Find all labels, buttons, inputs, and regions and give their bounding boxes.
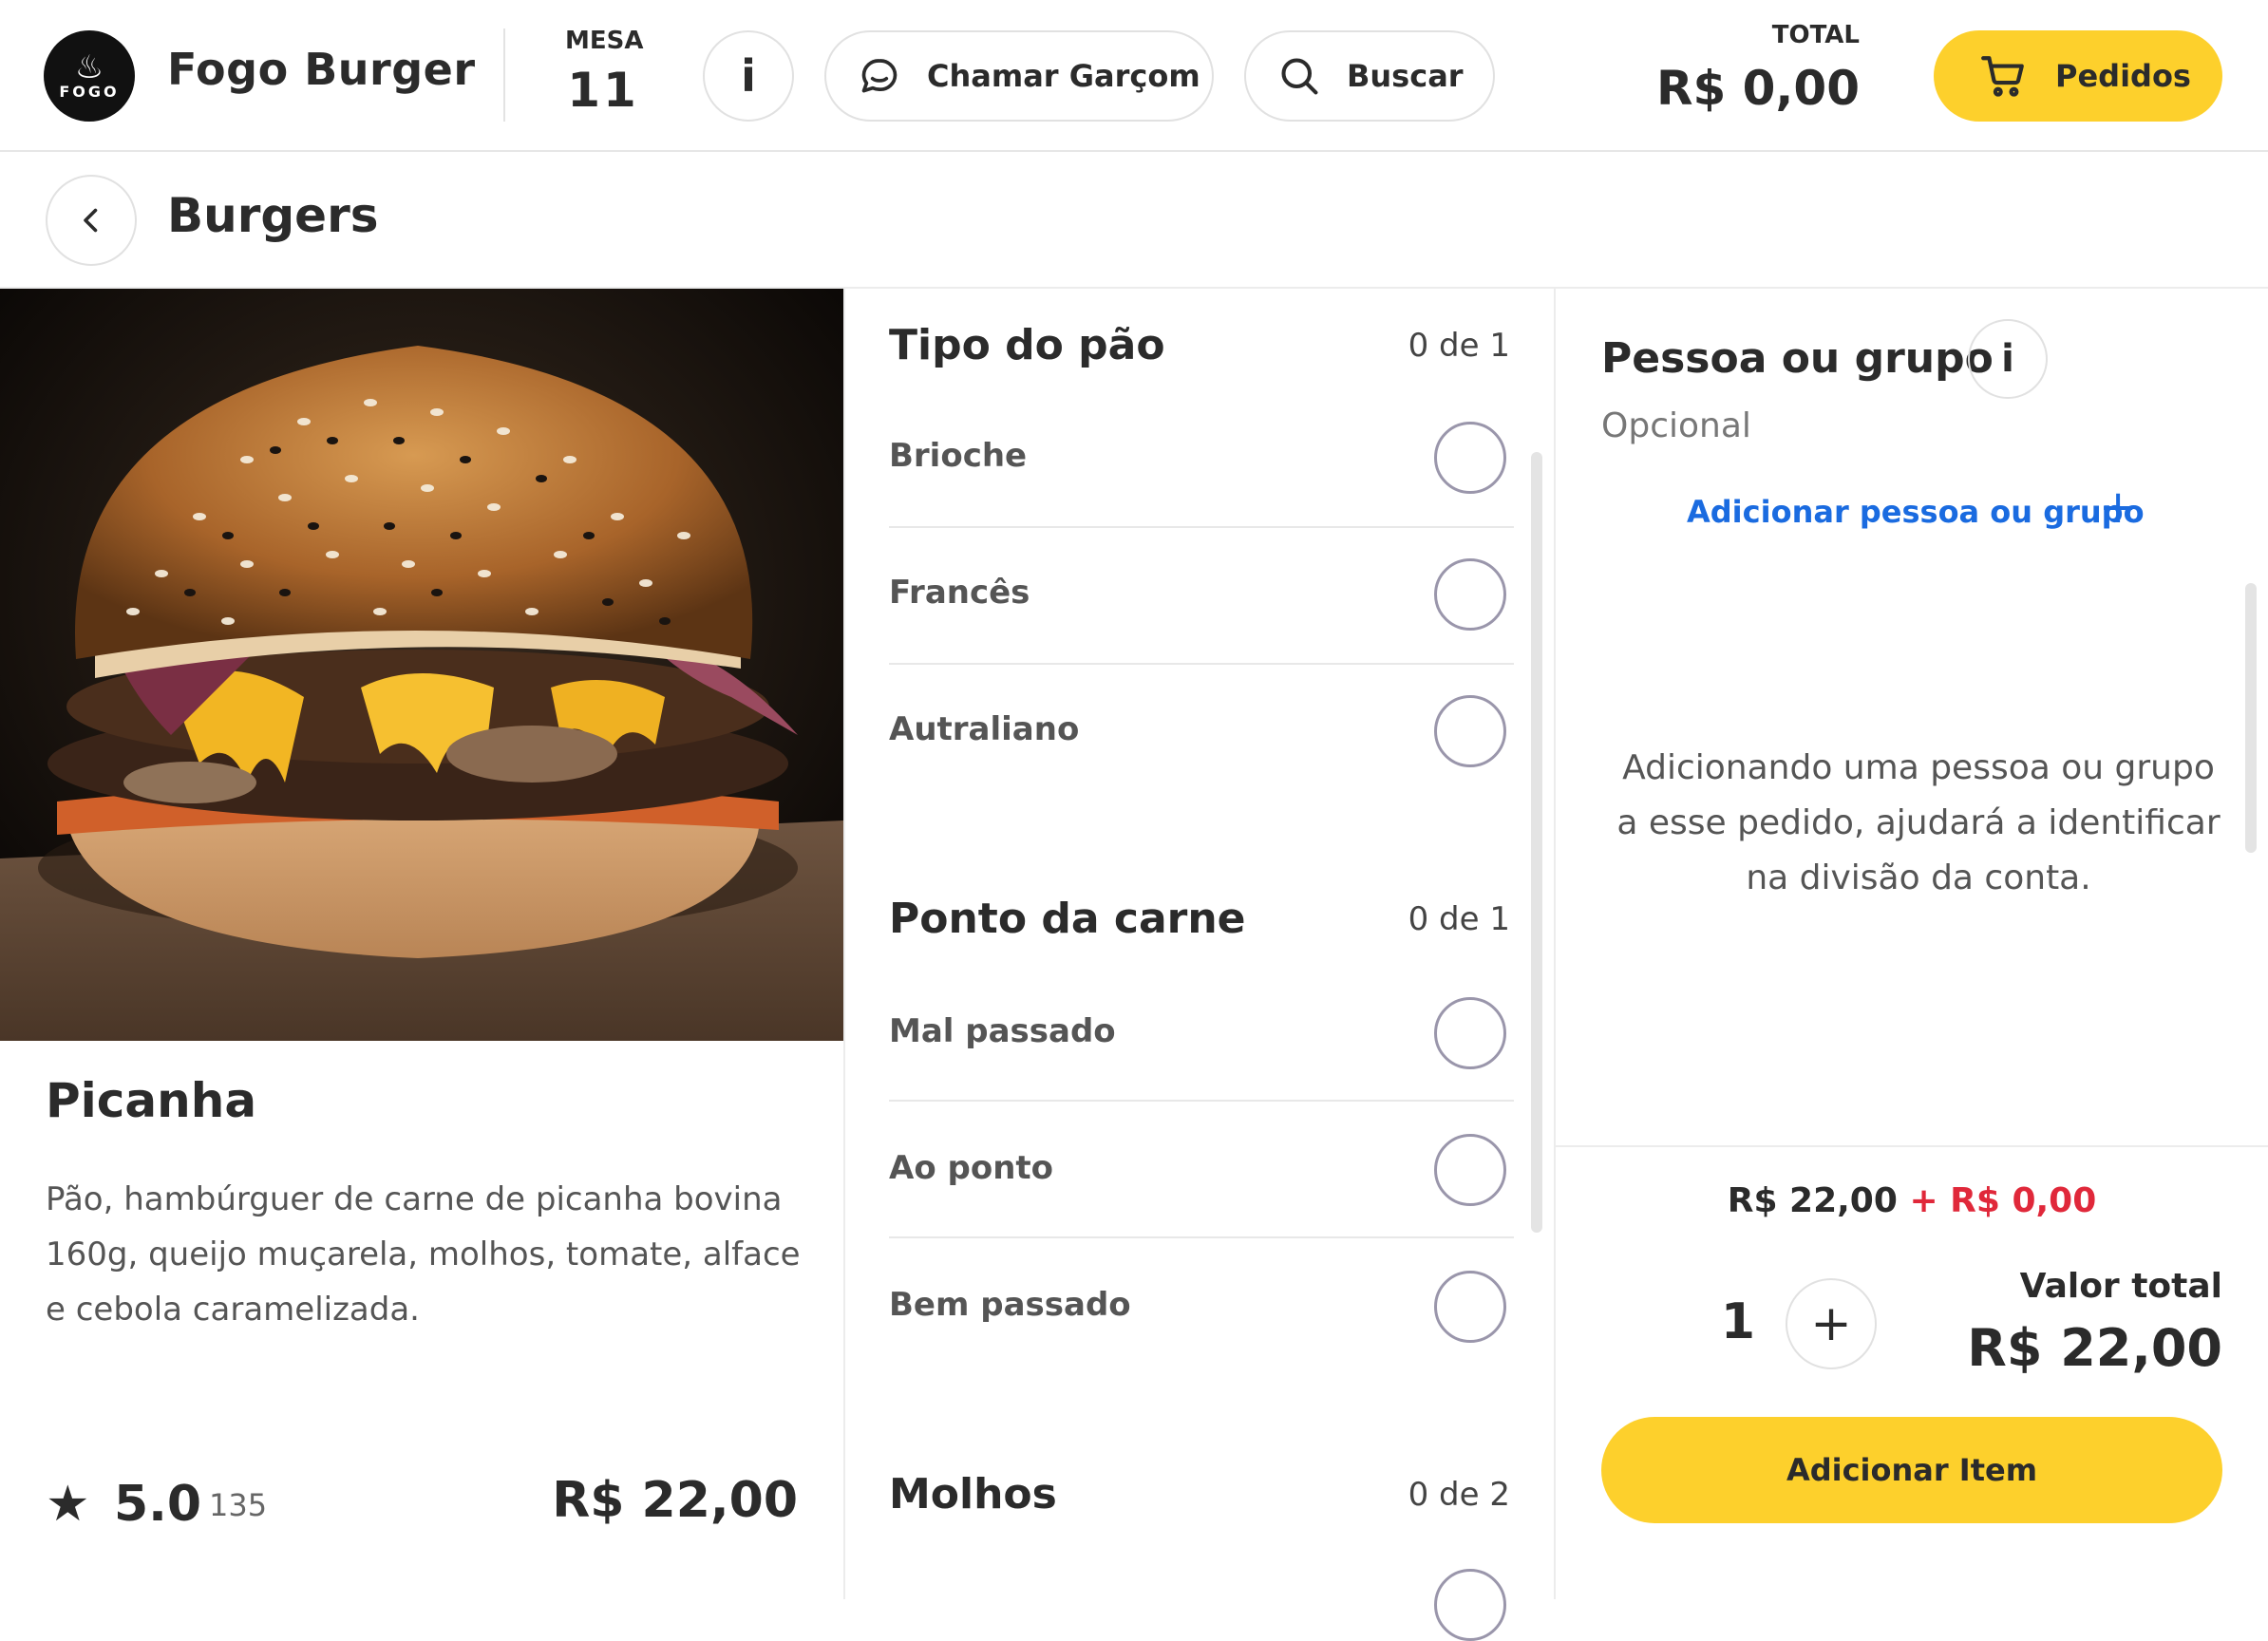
price-breakdown: R$ 22,00 + R$ 0,00 [1556,1181,2268,1220]
option-radio[interactable] [1434,422,1506,494]
info-icon: i [2001,337,2014,381]
rating-value: 5.0 [114,1476,202,1533]
option-row[interactable]: Ao ponto [889,1126,1516,1217]
item-total-label: Valor total [2019,1267,2222,1306]
search-icon [1281,58,1318,95]
chat-bubble-icon [861,59,898,93]
option-label: Brioche [889,437,1028,475]
table-number: 11 [567,63,639,118]
orders-label: Pedidos [2055,58,2191,94]
quantity-value: 1 [1720,1293,1756,1350]
product-name: Picanha [46,1073,257,1128]
option-label: Autraliano [889,710,1080,748]
option-radio[interactable] [1434,1271,1506,1343]
option-radio[interactable] [1434,997,1506,1069]
product-photo [0,289,843,1041]
option-group-title: Molhos [889,1470,1057,1518]
quantity-increment-button[interactable]: + [1786,1278,1877,1369]
option-group-title: Tipo do pão [889,321,1165,369]
person-help-text: Adicionando uma pessoa ou grupo a esse p… [1616,748,2221,897]
option-separator [889,526,1514,528]
option-separator [889,1236,1514,1238]
option-label: Bem passado [889,1286,1131,1324]
burger-illustration [0,289,843,1041]
info-button[interactable]: i [703,30,794,122]
add-person-link[interactable]: Adicionar pessoa ou grupo [1687,494,2145,530]
order-total-value: R$ 0,00 [1655,61,1860,116]
table-label: MESA [565,27,644,55]
optional-label: Opcional [1601,406,1751,445]
option-radio[interactable] [1434,695,1506,767]
option-row[interactable]: Autraliano [889,688,1516,779]
option-row[interactable]: Bem passado [889,1263,1516,1354]
base-price: R$ 22,00 [1727,1181,1898,1220]
option-label: Francês [889,574,1030,612]
option-radio[interactable] [1434,1134,1506,1206]
options-scrollbar[interactable] [1531,452,1542,1233]
option-radio[interactable] [1434,558,1506,631]
plus-icon[interactable]: + [2099,481,2137,534]
star-icon: ★ [46,1476,90,1533]
flame-icon: ♨ [74,48,104,86]
order-total-label: TOTAL [1771,21,1860,49]
logo-word: FOGO [59,83,120,101]
person-group-title: Pessoa ou grupo [1601,334,1994,383]
option-radio[interactable] [1434,1569,1506,1641]
person-info-button[interactable]: i [1968,319,2048,399]
option-row[interactable]: Francês [889,551,1516,642]
info-icon: i [741,50,756,102]
call-waiter-label: Chamar Garçom [927,58,1200,94]
back-button[interactable] [46,175,137,266]
column-divider [843,289,845,1599]
option-label: Ao ponto [889,1149,1054,1187]
option-group-count: 0 de 1 [1408,327,1510,365]
cart-icon [1981,56,2024,97]
restaurant-name: Fogo Burger [167,44,476,95]
search-button[interactable]: Buscar [1244,30,1495,122]
option-row[interactable]: Brioche [889,414,1516,505]
option-group-count: 0 de 2 [1408,1476,1510,1514]
person-scrollbar[interactable] [2245,583,2257,853]
product-description: Pão, hambúrguer de carne de picanha bovi… [46,1180,801,1329]
orders-button[interactable]: Pedidos [1934,30,2222,122]
restaurant-logo: ♨ FOGO [44,30,135,122]
option-separator [889,1100,1514,1102]
column-divider [1554,289,1556,1599]
option-group-count: 0 de 1 [1408,900,1510,938]
header-divider [503,28,505,122]
chevron-left-icon [84,208,98,233]
option-group-title: Ponto da carne [889,895,1246,943]
add-item-button[interactable]: Adicionar Item [1601,1417,2222,1523]
call-waiter-button[interactable]: Chamar Garçom [824,30,1214,122]
plus-icon: + [1810,1295,1852,1352]
summary-divider [1556,1145,2268,1147]
option-row[interactable]: Mal passado [889,990,1516,1081]
rating-count: 135 [209,1487,268,1523]
product-price: R$ 22,00 [552,1472,798,1529]
extra-price: + R$ 0,00 [1909,1181,2097,1220]
item-total-value: R$ 22,00 [1967,1318,2222,1378]
search-label: Buscar [1347,58,1464,94]
option-label: Mal passado [889,1012,1116,1050]
category-title: Burgers [167,188,379,243]
option-separator [889,663,1514,665]
